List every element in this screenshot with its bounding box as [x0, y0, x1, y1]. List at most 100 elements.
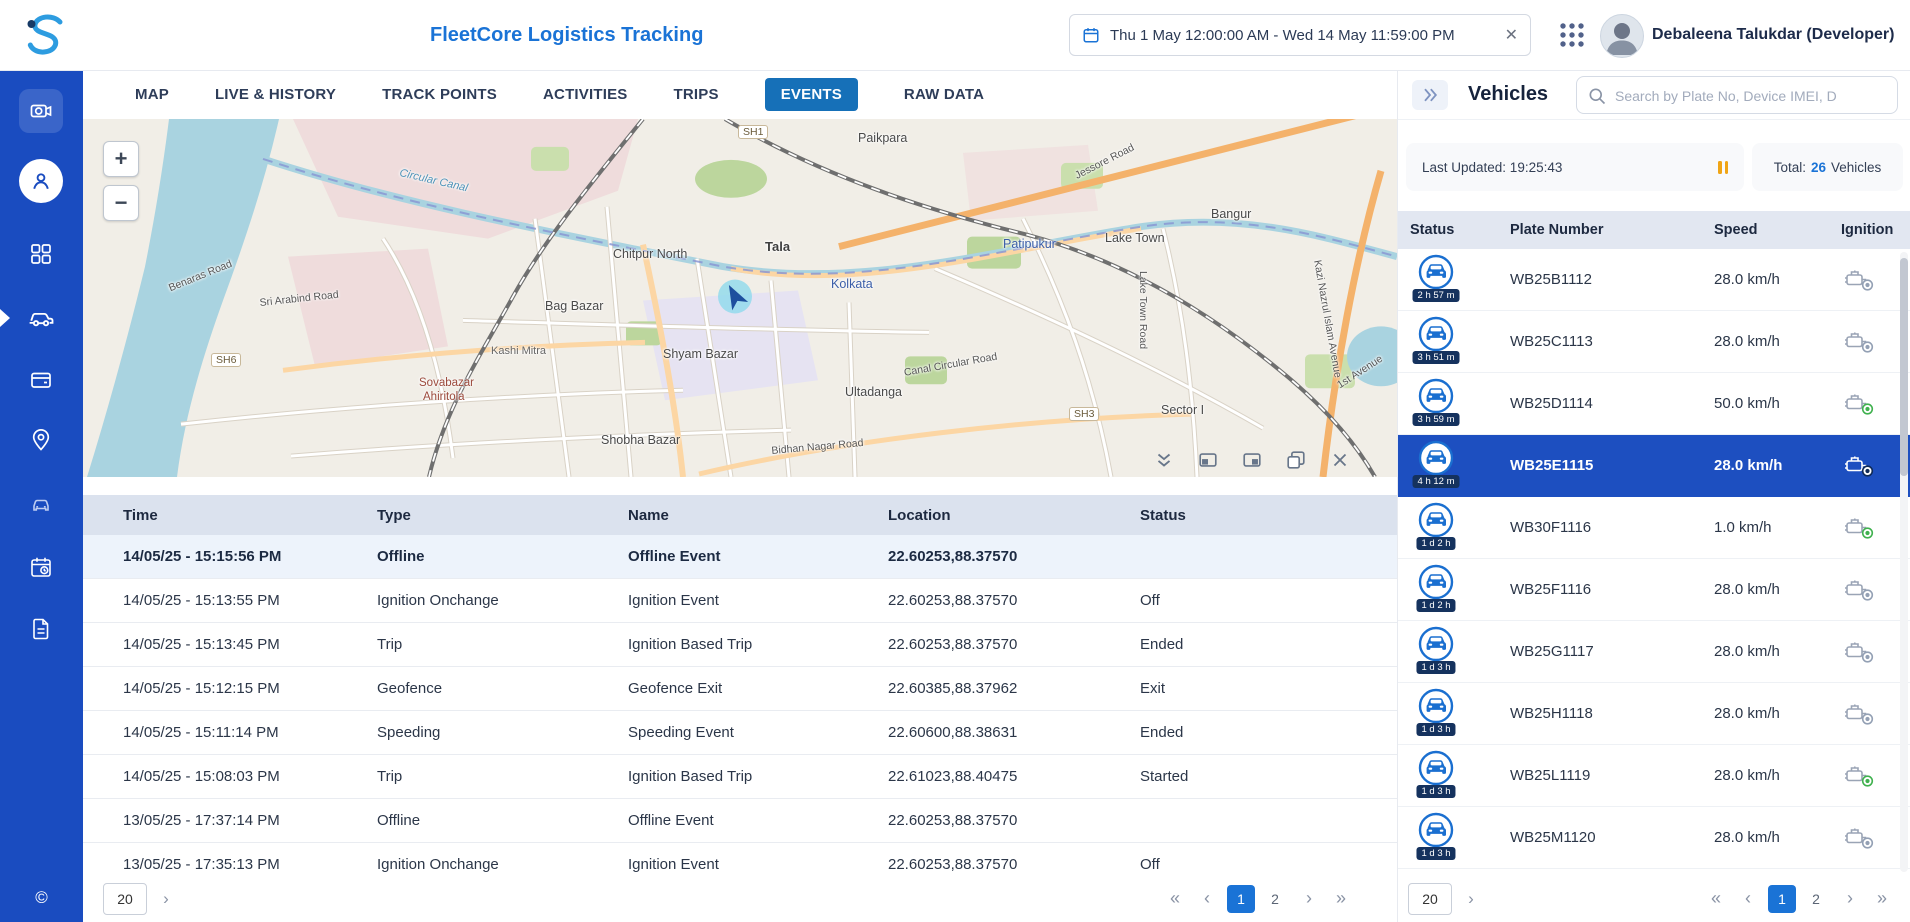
- last-page-button[interactable]: »: [1870, 888, 1894, 909]
- event-row[interactable]: 14/05/25 - 15:13:45 PMTripIgnition Based…: [83, 623, 1397, 667]
- vehicle-plate: WB25F1116: [1510, 581, 1714, 598]
- vehicle-marker[interactable]: [718, 280, 752, 314]
- event-name: Ignition Based Trip: [628, 768, 888, 785]
- vehicle-row[interactable]: 1 d 3 hWB25H111828.0 km/h: [1398, 683, 1910, 745]
- app-logo: [22, 11, 70, 59]
- apps-grid-button[interactable]: [1558, 21, 1586, 49]
- pause-refresh-button[interactable]: [1718, 161, 1728, 174]
- page-2[interactable]: 2: [1802, 885, 1830, 913]
- sidebar-item-dashboard[interactable]: [19, 232, 63, 276]
- date-range-picker[interactable]: Thu 1 May 12:00:00 AM - Wed 14 May 11:59…: [1069, 14, 1531, 56]
- event-name: Offline Event: [628, 812, 888, 829]
- close-icon[interactable]: [1329, 449, 1351, 471]
- vehicle-row[interactable]: 3 h 51 mWB25C111328.0 km/h: [1398, 311, 1910, 373]
- page-1[interactable]: 1: [1227, 885, 1255, 913]
- last-updated-box: Last Updated: 19:25:43: [1406, 143, 1744, 191]
- event-row[interactable]: 14/05/25 - 15:08:03 PMTripIgnition Based…: [83, 755, 1397, 799]
- tab-bar: MAP LIVE & HISTORY TRACK POINTS ACTIVITIES T…: [83, 70, 1397, 120]
- vehicle-speed: 28.0 km/h: [1714, 829, 1841, 846]
- tab-live-history[interactable]: LIVE & HISTORY: [215, 86, 336, 103]
- vehicle-row[interactable]: 2 h 57 mWB25B111228.0 km/h: [1398, 249, 1910, 311]
- map-label: Kolkata: [831, 277, 873, 291]
- vehicle-status: 1 d 3 h: [1410, 807, 1510, 868]
- page-size-expand-icon[interactable]: ›: [155, 889, 177, 909]
- vehicle-duration-badge: 4 h 12 m: [1413, 475, 1460, 488]
- tab-activities[interactable]: ACTIVITIES: [543, 86, 628, 103]
- tab-raw-data[interactable]: RAW DATA: [904, 86, 984, 103]
- page-size-select[interactable]: 20: [103, 883, 147, 915]
- first-page-button[interactable]: «: [1163, 888, 1187, 909]
- sidebar-item-drivers[interactable]: [19, 159, 63, 203]
- dock-right-icon[interactable]: [1241, 449, 1263, 471]
- page-1[interactable]: 1: [1768, 885, 1796, 913]
- vehicle-row[interactable]: 4 h 12 mWB25E111528.0 km/h: [1398, 435, 1910, 497]
- top-header: FleetCore Logistics Tracking Thu 1 May 1…: [0, 0, 1910, 71]
- vehicle-row[interactable]: 1 d 2 hWB25F111628.0 km/h: [1398, 559, 1910, 621]
- dock-left-icon[interactable]: [1197, 449, 1219, 471]
- zoom-out-button[interactable]: −: [103, 185, 139, 221]
- wallet-icon: [29, 368, 53, 392]
- col-location: Location: [888, 507, 1140, 524]
- tab-events[interactable]: EVENTS: [765, 78, 858, 111]
- tab-trips[interactable]: TRIPS: [674, 86, 719, 103]
- event-row[interactable]: 14/05/25 - 15:12:15 PMGeofenceGeofence E…: [83, 667, 1397, 711]
- sidebar-item-locations[interactable]: [19, 418, 63, 462]
- zoom-in-button[interactable]: +: [103, 141, 139, 177]
- event-row[interactable]: 13/05/25 - 17:37:14 PMOfflineOffline Eve…: [83, 799, 1397, 843]
- event-name: Ignition Based Trip: [628, 636, 888, 653]
- event-row[interactable]: 14/05/25 - 15:13:55 PMIgnition OnchangeI…: [83, 579, 1397, 623]
- vehicle-row[interactable]: 1 d 2 hWB30F11161.0 km/h: [1398, 497, 1910, 559]
- prev-page-button[interactable]: ‹: [1736, 888, 1760, 909]
- event-row[interactable]: 13/05/25 - 17:35:13 PMIgnition OnchangeI…: [83, 843, 1397, 875]
- vehicle-row[interactable]: 1 d 3 hWB25M112028.0 km/h: [1398, 807, 1910, 869]
- vehicle-icon: [1418, 564, 1454, 600]
- map-label: SH1: [738, 125, 768, 139]
- vehicle-duration-badge: 1 d 3 h: [1416, 661, 1455, 674]
- event-row[interactable]: 14/05/25 - 15:15:56 PMOfflineOffline Eve…: [83, 535, 1397, 579]
- user-avatar[interactable]: [1600, 14, 1644, 58]
- tab-track-points[interactable]: TRACK POINTS: [382, 86, 497, 103]
- sidebar-item-reports[interactable]: [19, 607, 63, 651]
- vehicle-row[interactable]: 3 h 59 mWB25D111450.0 km/h: [1398, 373, 1910, 435]
- search-input[interactable]: [1613, 78, 1893, 114]
- vehicle-row[interactable]: 1 d 3 hWB25G111728.0 km/h: [1398, 621, 1910, 683]
- restore-window-icon[interactable]: [1285, 449, 1307, 471]
- clear-date-icon[interactable]: ✕: [1505, 25, 1518, 45]
- collapse-panel-icon[interactable]: [1153, 449, 1175, 471]
- pager-pages: 12: [1227, 885, 1289, 913]
- map-label: Paikpara: [858, 131, 907, 145]
- events-pagination: 20 › « ‹ 12 › »: [83, 875, 1397, 922]
- event-row[interactable]: 14/05/25 - 15:11:14 PMSpeedingSpeeding E…: [83, 711, 1397, 755]
- next-page-button[interactable]: ›: [1297, 888, 1321, 909]
- vehicle-speed: 28.0 km/h: [1714, 457, 1841, 474]
- first-page-button[interactable]: «: [1704, 888, 1728, 909]
- calendar-icon: [1082, 26, 1100, 44]
- sidebar-item-vehicles[interactable]: [19, 296, 63, 340]
- collapse-panel-button[interactable]: [1412, 80, 1448, 110]
- prev-page-button[interactable]: ‹: [1195, 888, 1219, 909]
- tab-map[interactable]: MAP: [135, 86, 169, 103]
- scrollbar-thumb[interactable]: [1900, 258, 1908, 476]
- vehicle-row[interactable]: 1 d 3 hWB25L111928.0 km/h: [1398, 745, 1910, 807]
- col-status: Status: [1410, 222, 1510, 238]
- ignition-status-icon: [1843, 330, 1875, 354]
- page-size-select[interactable]: 20: [1408, 883, 1452, 915]
- ignition-status-icon: [1843, 268, 1875, 292]
- sidebar-item-camera[interactable]: [19, 89, 63, 133]
- event-time: 14/05/25 - 15:13:55 PM: [123, 592, 377, 609]
- event-location: 22.60253,88.37570: [888, 636, 1140, 653]
- ignition-status-icon: [1843, 764, 1875, 788]
- event-status: Ended: [1140, 636, 1397, 653]
- vehicle-speed: 1.0 km/h: [1714, 519, 1841, 536]
- next-page-button[interactable]: ›: [1838, 888, 1862, 909]
- event-time: 13/05/25 - 17:35:13 PM: [123, 856, 377, 873]
- vehicle-icon: [1418, 502, 1454, 538]
- event-status: Ended: [1140, 724, 1397, 741]
- page-2[interactable]: 2: [1261, 885, 1289, 913]
- sidebar-item-fleet[interactable]: [19, 481, 63, 525]
- sidebar-item-schedule[interactable]: [19, 545, 63, 589]
- sidebar-item-wallet[interactable]: [19, 358, 63, 402]
- page-size-expand-icon[interactable]: ›: [1460, 889, 1482, 909]
- map-view[interactable]: SH1PaikparaJessore RoadBangurLake TownPa…: [83, 119, 1397, 477]
- last-page-button[interactable]: »: [1329, 888, 1353, 909]
